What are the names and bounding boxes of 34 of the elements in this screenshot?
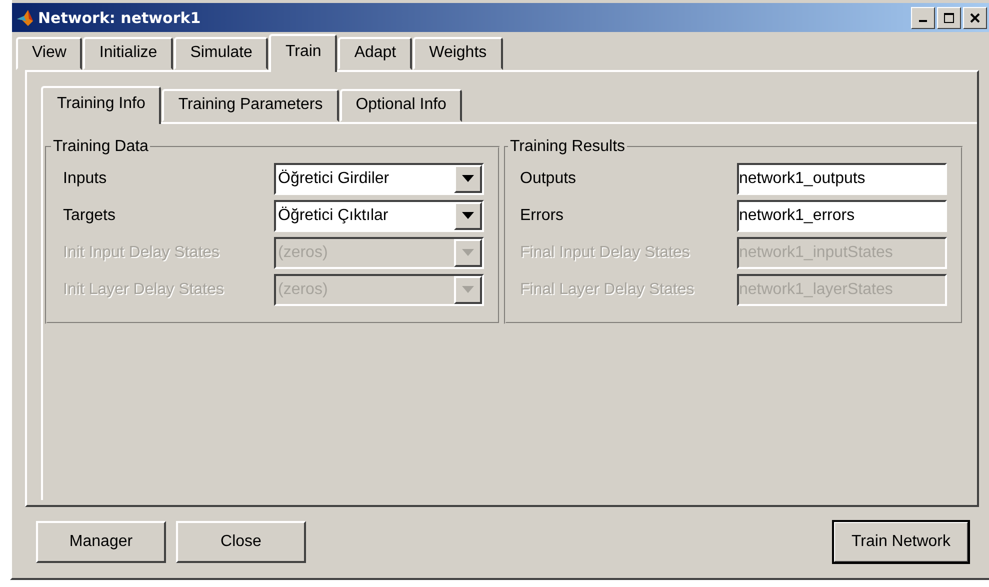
push-button[interactable]: Manager: [36, 521, 166, 563]
field-label: Inputs: [63, 170, 107, 188]
tab[interactable]: Weights: [413, 37, 503, 70]
dropdown[interactable]: Öğretici Çıktılar: [274, 200, 484, 232]
tab[interactable]: Optional Info: [340, 89, 462, 122]
close-button[interactable]: [963, 6, 987, 28]
field-label: Outputs: [520, 170, 576, 188]
caret-icon: [462, 249, 474, 256]
dropdown[interactable]: Öğretici Girdiler: [274, 162, 484, 194]
close-icon: [970, 12, 980, 22]
tab[interactable]: Initialize: [83, 37, 174, 70]
caret-icon: [462, 212, 474, 219]
tab[interactable]: Training Info: [41, 86, 162, 124]
text-field[interactable]: network1_errors: [737, 200, 947, 232]
maximize-icon: [944, 12, 954, 22]
group-title: Training Data: [52, 138, 150, 156]
field-label: Targets: [63, 206, 116, 224]
tab[interactable]: Adapt: [338, 37, 412, 70]
app-icon: [16, 8, 36, 26]
tab[interactable]: Simulate: [174, 37, 268, 70]
caret-icon: [462, 286, 474, 293]
minimize-icon: [919, 20, 927, 22]
push-button[interactable]: Close: [176, 521, 306, 563]
caret-icon: [462, 175, 474, 182]
text-field[interactable]: network1_outputs: [737, 162, 947, 194]
group-title: Training Results: [509, 138, 626, 156]
window-title: Network: network1: [38, 8, 201, 26]
tab[interactable]: View: [16, 37, 82, 70]
maximize-button[interactable]: [937, 6, 961, 28]
push-button[interactable]: Train Network: [833, 521, 969, 563]
field-label: Errors: [520, 206, 564, 224]
tab[interactable]: Train: [269, 34, 338, 72]
tab[interactable]: Training Parameters: [162, 89, 339, 122]
minimize-button[interactable]: [911, 6, 935, 28]
